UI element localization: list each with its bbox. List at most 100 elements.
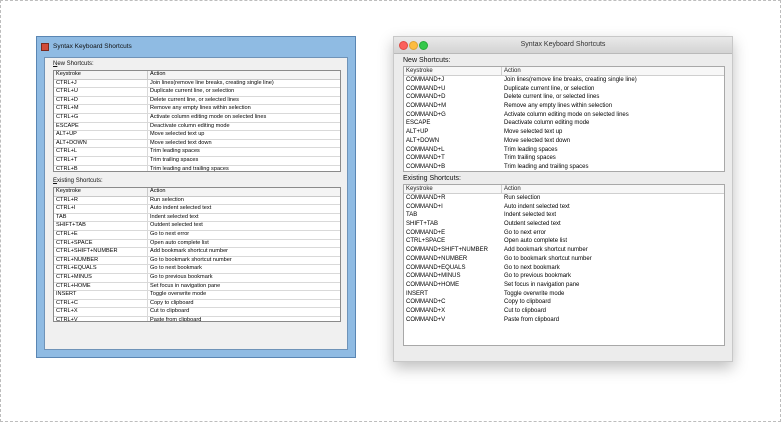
action-cell: Delete current line, or selected lines	[504, 94, 600, 101]
keystroke-cell: COMMAND+HOME	[406, 281, 460, 288]
column-header-action[interactable]: Action	[502, 185, 724, 193]
action-cell: Activate column editing mode on selected…	[150, 113, 267, 120]
column-header-action[interactable]: Action	[148, 71, 340, 79]
shortcut-row[interactable]: COMMAND+HOME Set focus in navigation pane	[404, 281, 724, 290]
shortcut-row[interactable]: COMMAND+D Delete current line, or selecte…	[404, 93, 724, 102]
shortcut-row[interactable]: INSERT Toggle overwrite mode	[54, 291, 340, 300]
shortcut-row[interactable]: COMMAND+B Trim leading and trailing space…	[404, 163, 724, 171]
shortcut-row[interactable]: CTRL+T Trim trailing spaces	[54, 156, 340, 166]
shortcut-row[interactable]: COMMAND+E Go to next error	[404, 229, 724, 238]
shortcut-row[interactable]: COMMAND+SHIFT+NUMBER Add bookmark shortcu…	[404, 246, 724, 255]
action-cell: Remove any empty lines within selection	[150, 105, 251, 112]
shortcut-row[interactable]: CTRL+U Duplicate current line, or selecti…	[54, 88, 340, 97]
shortcut-row[interactable]: CTRL+I Auto indent selected text	[54, 205, 340, 214]
shortcut-row[interactable]: COMMAND+L Trim leading spaces	[404, 146, 724, 155]
shortcut-row[interactable]: CTRL+SPACE Open auto complete list	[404, 237, 724, 246]
zoom-button[interactable]	[419, 41, 428, 50]
shortcut-row[interactable]: INSERT Toggle overwrite mode	[404, 290, 724, 299]
shortcut-row[interactable]: CTRL+R Run selection	[54, 196, 340, 206]
shortcut-row[interactable]: COMMAND+MINUS Go to previous bookmark	[404, 272, 724, 281]
keystroke-cell: CTRL+X	[54, 308, 148, 316]
shortcut-row[interactable]: TAB Indent selected text	[404, 211, 724, 220]
shortcut-row[interactable]: ESCAPE Deactivate column editing mode	[54, 122, 340, 132]
shortcut-row[interactable]: TAB Indent selected text	[54, 213, 340, 223]
column-header-keystroke[interactable]: Keystroke	[404, 185, 502, 193]
column-header-action[interactable]: Action	[502, 67, 724, 75]
shortcut-row[interactable]: CTRL+V Paste from clipboard	[54, 316, 340, 321]
column-header-keystroke[interactable]: Keystroke	[54, 188, 148, 196]
action-cell: Cut to clipboard	[504, 307, 547, 314]
mac-title-bar[interactable]: Syntax Keyboard Shortcuts	[394, 37, 732, 54]
action-cell: Duplicate current line, or selection	[150, 88, 235, 95]
shortcut-row[interactable]: ALT+DOWN Move selected text down	[404, 137, 724, 146]
shortcut-row[interactable]: ALT+UP Move selected text up	[54, 131, 340, 140]
keystroke-cell: ESCAPE	[406, 120, 431, 127]
close-button[interactable]	[399, 41, 408, 50]
keystroke-cell: SHIFT+TAB	[406, 221, 439, 228]
mac-new-shortcuts-table[interactable]: Keystroke Action COMMAND+J Join lines(rem…	[403, 66, 725, 172]
shortcut-row[interactable]: COMMAND+J Join lines(remove line breaks, …	[404, 76, 724, 85]
shortcut-row[interactable]: COMMAND+M Remove any empty lines within s…	[404, 102, 724, 111]
shortcut-row[interactable]: CTRL+X Cut to clipboard	[54, 308, 340, 317]
shortcut-row[interactable]: COMMAND+X Cut to clipboard	[404, 307, 724, 316]
shortcut-row[interactable]: SHIFT+TAB Outdent selected text	[404, 220, 724, 229]
shortcut-row[interactable]: COMMAND+G Activate column editing mode on…	[404, 111, 724, 120]
keystroke-cell: COMMAND+SHIFT+NUMBER	[406, 247, 489, 254]
windows-title-bar[interactable]: Syntax Keyboard Shortcuts	[37, 37, 355, 57]
action-cell: Deactivate column editing mode	[150, 122, 230, 129]
action-cell: Indent selected text	[504, 212, 557, 219]
shortcut-row[interactable]: COMMAND+U Duplicate current line, or sele…	[404, 85, 724, 94]
shortcut-row[interactable]: CTRL+L Trim leading spaces	[54, 148, 340, 157]
shortcut-row[interactable]: COMMAND+C Copy to clipboard	[404, 298, 724, 307]
shortcut-row[interactable]: ALT+UP Move selected text up	[404, 128, 724, 137]
action-cell: Toggle overwrite mode	[150, 291, 207, 298]
shortcut-row[interactable]: CTRL+G Activate column editing mode on se…	[54, 113, 340, 123]
shortcut-row[interactable]: CTRL+NUMBER Go to bookmark shortcut numbe…	[54, 256, 340, 266]
shortcut-row[interactable]: COMMAND+R Run selection	[404, 194, 724, 203]
shortcut-row[interactable]: ESCAPE Deactivate column editing mode	[404, 119, 724, 128]
column-header-keystroke[interactable]: Keystroke	[54, 71, 148, 79]
shortcut-row[interactable]: CTRL+J Join lines(remove line breaks, cre…	[54, 79, 340, 89]
action-cell: Auto indent selected text	[504, 203, 570, 210]
shortcut-row[interactable]: ALT+DOWN Move selected text down	[54, 139, 340, 149]
keystroke-cell: CTRL+NUMBER	[54, 256, 148, 265]
shortcut-row[interactable]: COMMAND+EQUALS Go to next bookmark	[404, 264, 724, 273]
windows-new-shortcuts-table[interactable]: Keystroke Action CTRL+J Join lines(remove…	[53, 70, 341, 172]
keystroke-cell: COMMAND+X	[406, 307, 446, 314]
shortcut-row[interactable]: CTRL+SHIFT+NUMBER Add bookmark shortcut n…	[54, 248, 340, 257]
shortcut-row[interactable]: COMMAND+T Trim trailing spaces	[404, 154, 724, 163]
shortcut-row[interactable]: CTRL+D Delete current line, or selected l…	[54, 96, 340, 106]
keystroke-cell: CTRL+U	[54, 88, 148, 96]
shortcut-row[interactable]: SHIFT+TAB Outdent selected text	[54, 222, 340, 231]
keystroke-cell: CTRL+E	[54, 230, 148, 239]
keystroke-cell: COMMAND+U	[406, 85, 446, 92]
minimize-button[interactable]	[409, 41, 418, 50]
action-cell: Trim trailing spaces	[150, 156, 199, 163]
shortcut-row[interactable]: CTRL+E Go to next error	[54, 230, 340, 240]
shortcut-row[interactable]: CTRL+SPACE Open auto complete list	[54, 239, 340, 249]
shortcut-row[interactable]: CTRL+HOME Set focus in navigation pane	[54, 282, 340, 292]
shortcut-row[interactable]: CTRL+B Trim leading and trailing spaces	[54, 165, 340, 171]
windows-existing-shortcuts-table[interactable]: Keystroke Action CTRL+R Run selection CTRL…	[53, 187, 341, 322]
keystroke-cell: COMMAND+T	[406, 155, 445, 162]
column-header-action[interactable]: Action	[148, 188, 340, 196]
keystroke-cell: CTRL+G	[54, 113, 148, 122]
shortcut-row[interactable]: CTRL+C Copy to clipboard	[54, 299, 340, 309]
keystroke-cell: CTRL+T	[54, 156, 148, 165]
mac-title: Syntax Keyboard Shortcuts	[520, 41, 606, 48]
action-cell: Move selected text up	[504, 129, 563, 136]
action-cell: Join lines(remove line breaks, creating …	[150, 79, 274, 86]
mac-existing-shortcuts-table[interactable]: Keystroke Action COMMAND+R Run selection C…	[403, 184, 725, 346]
shortcut-row[interactable]: COMMAND+I Auto indent selected text	[404, 203, 724, 212]
action-cell: Auto indent selected text	[150, 205, 212, 212]
column-header-keystroke[interactable]: Keystroke	[404, 67, 502, 75]
keystroke-cell: CTRL+D	[54, 96, 148, 105]
shortcut-row[interactable]: CTRL+MINUS Go to previous bookmark	[54, 273, 340, 283]
action-cell: Toggle overwrite mode	[504, 290, 565, 297]
shortcut-row[interactable]: COMMAND+V Paste from clipboard	[404, 316, 724, 325]
action-cell: Trim leading and trailing spaces	[504, 163, 589, 170]
action-cell: Indent selected text	[150, 213, 199, 220]
shortcut-row[interactable]: CTRL+EQUALS Go to next bookmark	[54, 265, 340, 274]
shortcut-row[interactable]: CTRL+M Remove any empty lines within sele…	[54, 105, 340, 114]
shortcut-row[interactable]: COMMAND+NUMBER Go to bookmark shortcut nu…	[404, 255, 724, 264]
